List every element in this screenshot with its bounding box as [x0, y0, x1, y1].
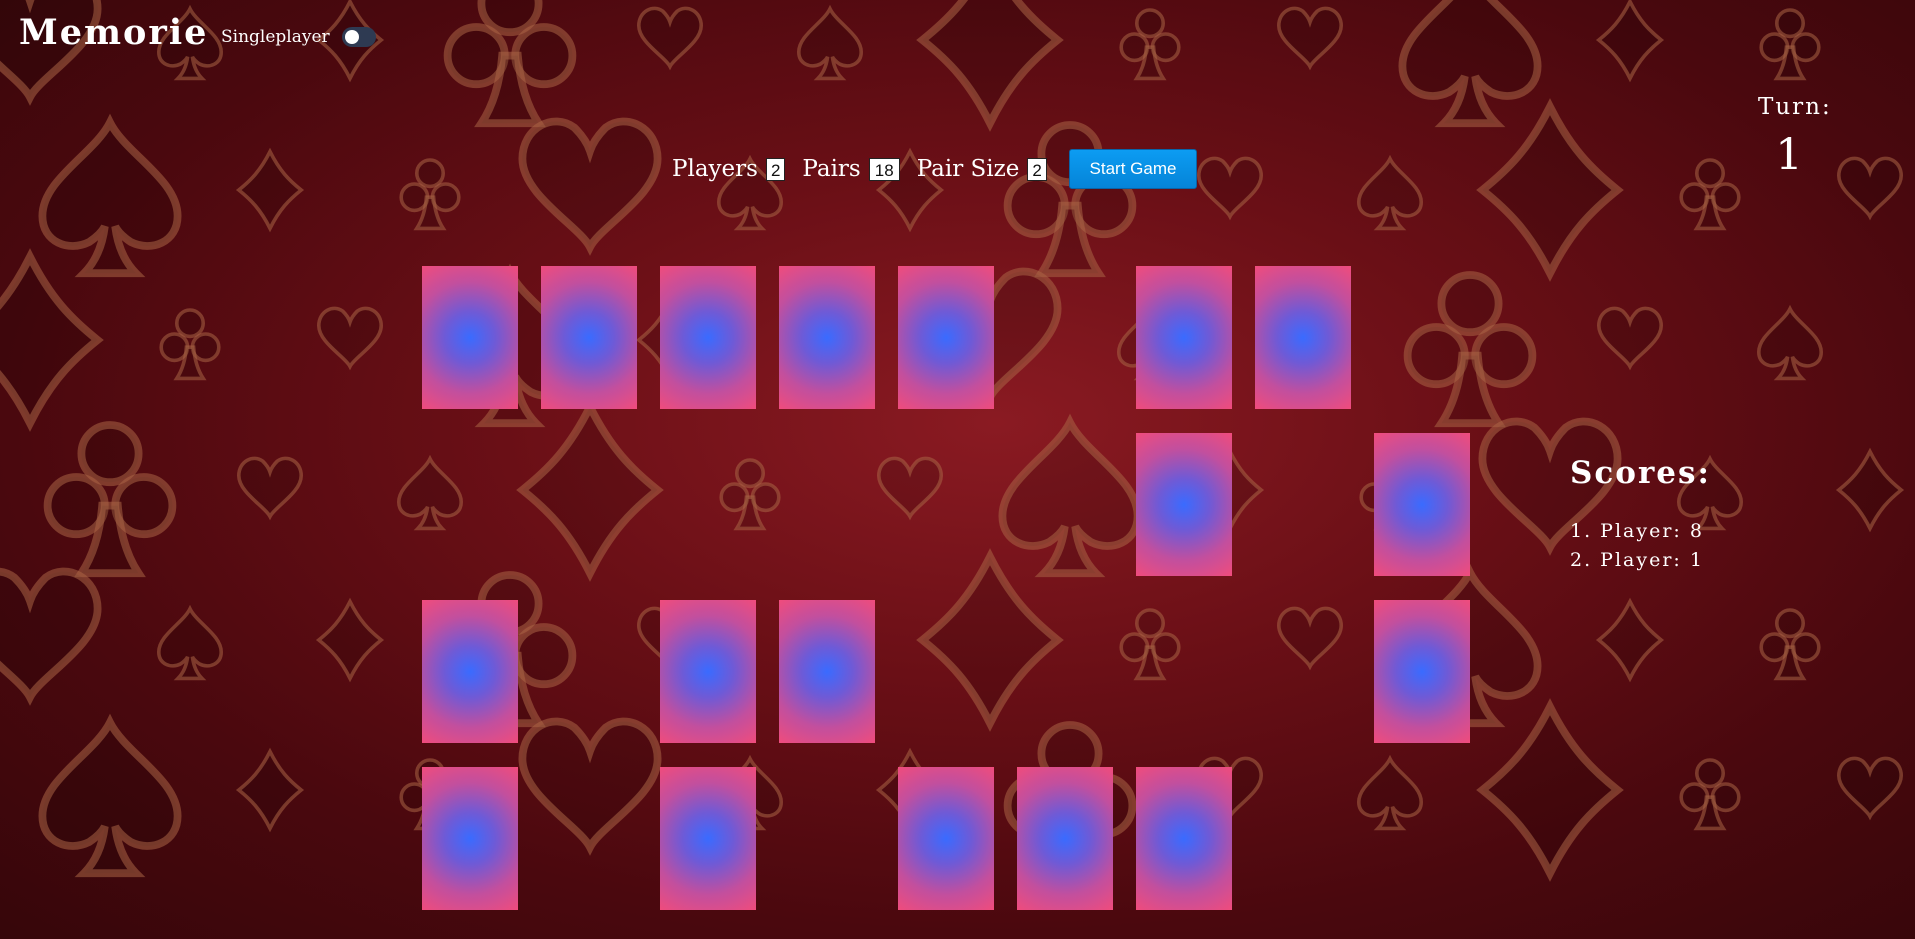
app-title: Memorie: [19, 12, 209, 53]
empty-card-slot: [1255, 433, 1351, 576]
empty-card-slot: [1255, 600, 1351, 743]
spade-icon: [157, 606, 223, 681]
card-face-down[interactable]: [660, 600, 756, 743]
diamond-icon: [237, 749, 304, 831]
diamond-icon: [1597, 0, 1663, 81]
players-setting: Players 2: [672, 156, 786, 182]
heart-icon: [522, 121, 657, 247]
card-face-down[interactable]: [898, 266, 994, 409]
turn-value: 1: [1775, 130, 1803, 180]
empty-card-slot: [779, 767, 875, 910]
diamond-icon: [1482, 107, 1617, 273]
empty-card-slot: [660, 433, 756, 576]
diamond-icon: [1837, 449, 1903, 531]
card-face-down[interactable]: [779, 600, 875, 743]
card-face-down[interactable]: [1374, 433, 1470, 576]
heart-icon: [1837, 756, 1903, 819]
club-icon: [1008, 125, 1133, 273]
card-board: [422, 266, 1470, 911]
club-icon: [1119, 8, 1181, 81]
card-face-down[interactable]: [1374, 600, 1470, 743]
pairs-input[interactable]: 18: [868, 157, 900, 181]
spade-icon: [42, 122, 177, 273]
diamond-icon: [0, 257, 98, 423]
spade-icon: [1757, 306, 1823, 381]
card-face-down[interactable]: [541, 266, 637, 409]
score-list: 1. Player: 8 2. Player: 1: [1570, 517, 1704, 575]
empty-card-slot: [541, 767, 637, 910]
heart-icon: [1197, 156, 1263, 219]
singleplayer-label: Singleplayer: [221, 27, 330, 47]
card-face-down[interactable]: [779, 266, 875, 409]
players-input[interactable]: 2: [765, 157, 786, 181]
heart-icon: [237, 456, 304, 519]
empty-card-slot: [1017, 266, 1113, 409]
heart-icon: [1277, 6, 1343, 69]
empty-card-slot: [898, 600, 994, 743]
pairs-setting: Pairs 18: [802, 156, 900, 182]
club-icon: [1759, 608, 1821, 681]
game-settings: Players 2 Pairs 18 Pair Size 2: [672, 156, 1064, 182]
diamond-icon: [316, 599, 384, 681]
club-icon: [1679, 158, 1741, 231]
score-entry-2: 2. Player: 1: [1570, 549, 1704, 571]
empty-card-slot: [541, 600, 637, 743]
empty-card-slot: [1374, 266, 1470, 409]
card-face-down[interactable]: [422, 266, 518, 409]
empty-card-slot: [779, 433, 875, 576]
empty-card-slot: [1017, 433, 1113, 576]
club-icon: [1679, 758, 1741, 831]
card-face-down[interactable]: [660, 266, 756, 409]
club-icon: [1759, 8, 1821, 81]
card-face-down[interactable]: [1136, 433, 1232, 576]
spade-icon: [1402, 0, 1537, 123]
empty-card-slot: [1136, 600, 1232, 743]
diamond-icon: [1597, 599, 1663, 681]
score-entry-1: 1. Player: 8: [1570, 520, 1704, 542]
empty-card-slot: [1255, 767, 1351, 910]
card-face-down[interactable]: [1255, 266, 1351, 409]
empty-card-slot: [422, 433, 518, 576]
pair-size-input[interactable]: 2: [1027, 157, 1047, 181]
singleplayer-toggle[interactable]: Singleplayer: [221, 27, 376, 47]
card-face-down[interactable]: [422, 767, 518, 910]
card-face-down[interactable]: [1136, 266, 1232, 409]
card-face-down[interactable]: [1136, 767, 1232, 910]
players-label: Players: [672, 156, 758, 182]
empty-card-slot: [541, 433, 637, 576]
empty-card-slot: [1374, 767, 1470, 910]
club-icon: [48, 425, 173, 573]
toggle-switch[interactable]: [341, 27, 376, 47]
card-face-down[interactable]: [422, 600, 518, 743]
spade-icon: [1357, 157, 1423, 231]
spade-icon: [796, 6, 864, 81]
pair-size-setting: Pair Size 2: [917, 156, 1047, 182]
start-game-button[interactable]: Start Game: [1069, 149, 1197, 189]
heart-icon: [636, 6, 704, 69]
heart-icon: [1837, 156, 1903, 219]
club-icon: [448, 0, 573, 123]
card-face-down[interactable]: [660, 767, 756, 910]
diamond-icon: [922, 0, 1057, 123]
club-icon: [399, 158, 461, 231]
spade-icon: [42, 722, 177, 873]
heart-icon: [316, 306, 384, 369]
turn-label: Turn:: [1758, 94, 1832, 120]
diamond-icon: [1482, 707, 1617, 873]
club-icon: [159, 308, 221, 381]
pairs-label: Pairs: [802, 156, 861, 182]
card-face-down[interactable]: [898, 767, 994, 910]
empty-card-slot: [1017, 600, 1113, 743]
toggle-knob: [344, 30, 359, 44]
diamond-icon: [237, 149, 304, 231]
heart-icon: [1597, 306, 1663, 369]
card-face-down[interactable]: [1017, 767, 1113, 910]
empty-card-slot: [898, 433, 994, 576]
heart-icon: [0, 571, 98, 697]
pair-size-label: Pair Size: [916, 156, 1020, 182]
scores-title: Scores:: [1570, 455, 1711, 491]
